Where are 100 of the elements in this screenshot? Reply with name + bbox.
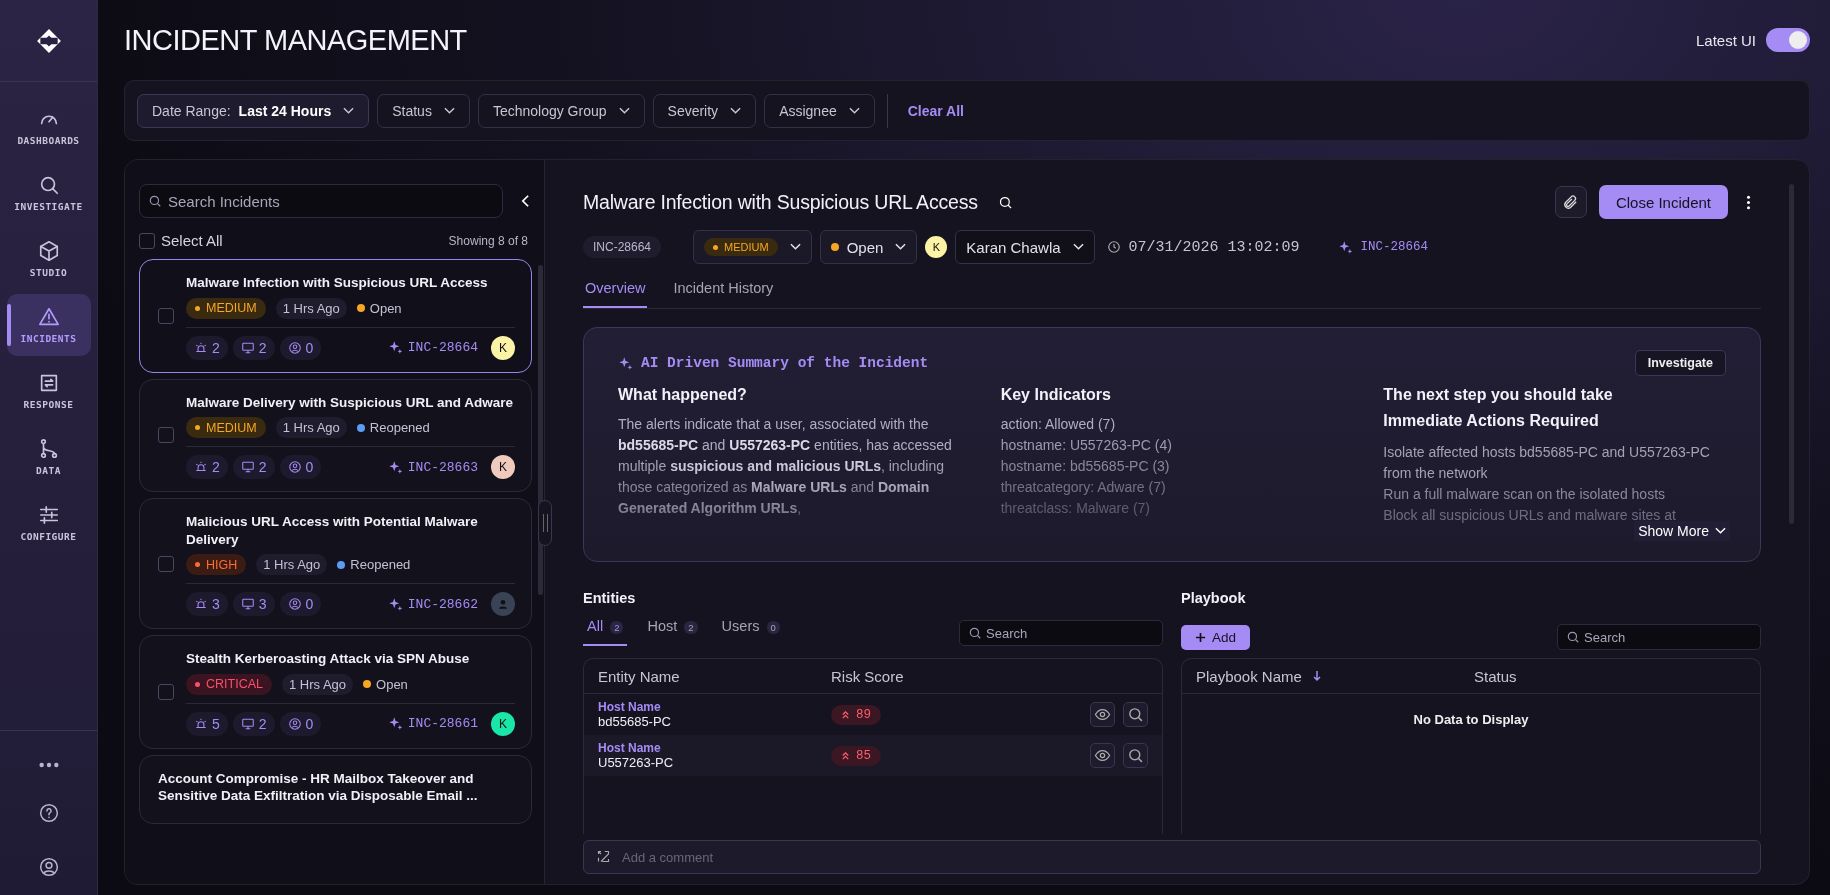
comment-field[interactable]: Add a comment — [583, 840, 1761, 874]
key-indicator: hostname: bd55685-PC (3) — [1000, 457, 1171, 476]
sliders-icon — [37, 504, 60, 526]
help-icon[interactable] — [38, 803, 59, 823]
search-button[interactable] — [1123, 743, 1148, 768]
age-badge: 1 Hrs Ago — [275, 297, 347, 319]
view-button[interactable] — [1090, 702, 1115, 727]
nav-item[interactable]: CONFIGURE — [6, 492, 91, 554]
incident-id-badge: INC-28664 — [583, 236, 662, 258]
key-indicator: hostname: U557263-PC (4) — [1000, 436, 1173, 455]
incident-title: Malware Delivery with Suspicious URL and Adware — [186, 393, 515, 412]
more-icon[interactable] — [1746, 194, 1751, 210]
search-icon[interactable] — [997, 194, 1013, 210]
incident-checkbox[interactable] — [158, 555, 174, 572]
entity-tab[interactable]: Users 0 — [717, 618, 784, 646]
incident-card[interactable]: Malicious URL Access with Potential Malware Delivery HIGH 1 Hrs Ago Reopened 3 3 0 INC-28662 — [139, 498, 532, 630]
incident-title: Malware Infection with Suspicious URL Access — [583, 190, 978, 214]
filter-dropdown[interactable]: Assignee — [764, 93, 875, 128]
more-icon[interactable] — [37, 761, 60, 769]
incident-checkbox[interactable] — [158, 683, 174, 700]
select-all-checkbox[interactable] — [139, 232, 155, 249]
nav-item[interactable]: INVESTIGATE — [6, 162, 91, 224]
nav-item[interactable]: RESPONSE — [6, 360, 91, 422]
alert-count: 3 — [186, 592, 228, 617]
chevron-down-icon[interactable] — [895, 243, 907, 251]
key-indicator: threatclass: Malware (7) — [1000, 499, 1152, 518]
nav-item[interactable]: STUDIO — [6, 228, 91, 290]
person-icon — [496, 597, 510, 612]
section-heading: What happened? — [618, 386, 748, 404]
action-step: Run a full malware scan on the isolated hosts — [1383, 484, 1726, 505]
chevron-down-icon — [343, 106, 355, 115]
entity-tab[interactable]: All 2 — [583, 618, 628, 646]
level-picker[interactable]: MEDIUM — [704, 238, 778, 256]
entity-tab[interactable]: Host 2 — [643, 618, 702, 646]
severity-badge: HIGH — [186, 554, 247, 576]
chevron-down-icon[interactable] — [789, 243, 801, 251]
tab[interactable]: Overview — [583, 272, 648, 308]
incident-checkbox[interactable] — [158, 307, 174, 324]
incident-id: INC-28662 — [407, 596, 478, 612]
user-count: 0 — [279, 711, 322, 736]
nav-item[interactable]: DATA — [6, 426, 91, 488]
incident-title: Malware Infection with Suspicious URL Access — [186, 274, 489, 292]
search-icon — [968, 626, 982, 640]
section-heading: The next step you should take — [1383, 386, 1614, 404]
search-button[interactable] — [1123, 702, 1148, 727]
incident-card[interactable]: Malware Delivery with Suspicious URL and Adware MEDIUM 1 Hrs Ago Reopened 2 2 0 INC-28663 K — [139, 378, 532, 493]
incident-card[interactable]: Malware Infection with Suspicious URL Access MEDIUM 1 Hrs Ago Open 2 2 0 INC-28664 K — [139, 259, 532, 373]
result-count: Showing 8 of 8 — [448, 233, 528, 248]
section-heading: Key Indicators — [1000, 386, 1112, 404]
avatar: K — [491, 711, 515, 736]
filter-dropdown[interactable]: Date Range: Last 24 Hours — [137, 93, 370, 128]
severity-badge: MEDIUM — [186, 297, 266, 319]
clock-icon — [1106, 240, 1121, 254]
chevron-down-icon — [618, 106, 630, 115]
tab[interactable]: Incident History — [671, 272, 776, 308]
filter-dropdown[interactable]: Severity — [652, 93, 757, 128]
empty-message: No Data to Display — [1412, 712, 1530, 727]
avatar: K — [491, 335, 515, 360]
user-icon — [287, 340, 302, 355]
age-badge: 1 Hrs Ago — [281, 673, 354, 695]
nav-item[interactable]: INCIDENTS — [6, 294, 91, 356]
status-label: Open — [369, 300, 402, 316]
nav-item[interactable]: DASHBOARDS — [6, 96, 91, 158]
show-more-button[interactable]: Show More — [1634, 521, 1730, 541]
view-button[interactable] — [1090, 743, 1115, 768]
search-icon — [1127, 706, 1144, 723]
host-count: 2 — [232, 335, 275, 360]
chevron-down-icon[interactable] — [1072, 243, 1084, 251]
search-field[interactable]: Search — [959, 620, 1163, 646]
collapse-icon[interactable] — [521, 194, 530, 208]
search-field[interactable]: Search Incidents — [139, 184, 503, 218]
monitor-icon — [240, 460, 255, 475]
investigate-button[interactable]: Investigate — [1634, 350, 1726, 376]
incident-checkbox[interactable] — [158, 427, 174, 444]
resize-handle[interactable] — [538, 500, 552, 546]
incident-card[interactable]: Account Compromise - HR Mailbox Takeover and Sensitive Data Exfiltration via Disposable Email ... — [139, 754, 532, 824]
alert-count: 2 — [186, 335, 228, 360]
clear-all-link[interactable]: Clear All — [899, 102, 972, 119]
user-icon — [287, 597, 302, 612]
action-step: Isolate affected hosts bd55685-PC and U557263-PC from the network — [1383, 442, 1726, 484]
user-count: 0 — [279, 592, 322, 617]
eye-icon — [1094, 747, 1111, 764]
entity-name: bd55685-PC — [598, 714, 672, 729]
profile-icon[interactable] — [38, 857, 59, 877]
incident-title: Malicious URL Access with Potential Malware Delivery — [186, 513, 479, 549]
host-count: 2 — [232, 711, 275, 736]
filter-dropdown[interactable]: Status — [377, 93, 470, 128]
latest-ui-toggle[interactable] — [1766, 28, 1810, 52]
summary-paragraph: The alerts indicate that a user, associated with the bd55685-PC and U557263-PC entities, has accessed multiple suspicious and malicious URLs, including those categorized as Malware URLs and Domain Generated Algorithm URLs, — [618, 415, 953, 518]
alert-count: 2 — [186, 455, 228, 480]
attach-button[interactable] — [1554, 186, 1587, 218]
add-button[interactable]: Add — [1181, 624, 1251, 650]
incident-card[interactable]: Stealth Kerberoasting Attack via SPN Abuse CRITICAL 1 Hrs Ago Open 5 2 0 INC-28661 K — [139, 635, 532, 749]
age-badge: 1 Hrs Ago — [275, 417, 347, 439]
filter-dropdown[interactable]: Technology Group — [477, 93, 645, 128]
column-header: Risk Score — [831, 667, 905, 685]
search-field[interactable]: Search — [1557, 624, 1761, 650]
sparkle-icon — [387, 340, 403, 356]
close-incident-button[interactable]: Close Incident — [1598, 185, 1728, 219]
sort-icon[interactable] — [1311, 670, 1322, 682]
